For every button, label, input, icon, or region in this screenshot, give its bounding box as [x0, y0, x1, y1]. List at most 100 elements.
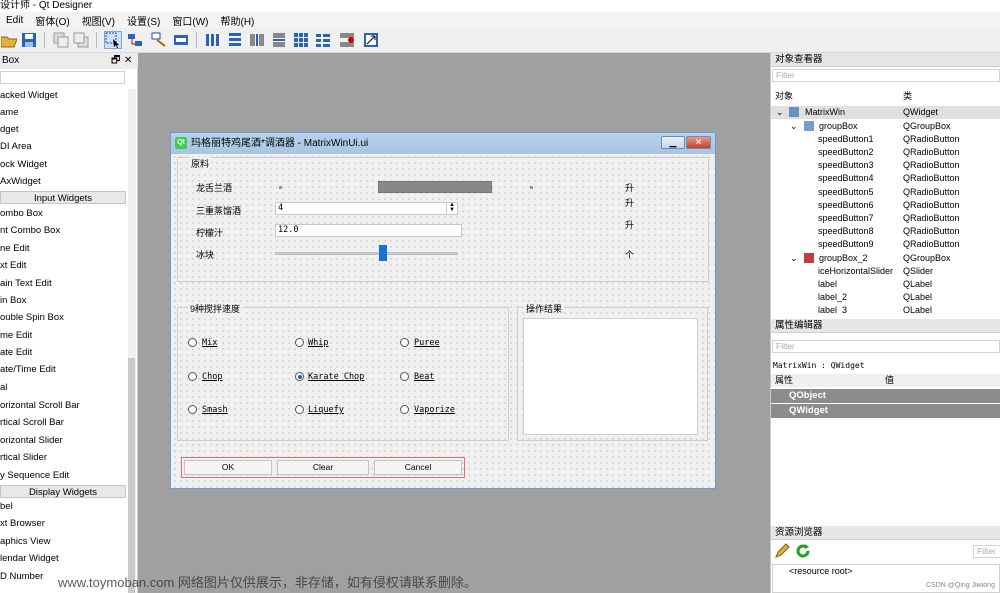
ice-slider-handle[interactable] [379, 245, 387, 261]
tree-row[interactable]: speedButton9 QRadioButton [771, 238, 1000, 251]
adjust-size-icon[interactable] [362, 31, 380, 49]
edit-tab-order-icon[interactable] [172, 31, 190, 49]
layout-vertical-icon[interactable] [226, 31, 244, 49]
speed-radio-label[interactable]: Puree [414, 338, 440, 348]
widget-item[interactable]: DI Area [0, 138, 126, 155]
speed-radio-label[interactable]: Mix [202, 338, 217, 348]
widget-item[interactable]: ock Widget [0, 156, 126, 173]
widget-item[interactable]: ate/Time Edit [0, 361, 126, 378]
widget-item[interactable]: orizontal Slider [0, 432, 126, 449]
close-icon[interactable]: ✕ [124, 53, 132, 69]
menu-view[interactable]: 视图(V) [76, 13, 121, 28]
form-window[interactable]: Qt 玛格丽特鸡尾酒*调酒器 - MatrixWinUi.ui ▁ ✕ 原料 龙… [170, 132, 716, 489]
speed-radio-1[interactable] [188, 338, 197, 347]
menu-form[interactable]: 窗体(O) [29, 13, 75, 28]
widget-item[interactable]: ombo Box [0, 205, 126, 222]
bring-to-front-icon[interactable] [72, 31, 90, 49]
widget-item[interactable]: me Edit [0, 327, 126, 344]
section-qobject[interactable]: QObject [771, 389, 1000, 403]
widget-item[interactable]: acked Widget [0, 87, 126, 104]
ice-slider-groove[interactable] [275, 252, 458, 255]
menu-settings[interactable]: 设置(S) [121, 13, 166, 28]
category-input-widgets[interactable]: Input Widgets [0, 191, 126, 204]
speed-radio-label[interactable]: Smash [202, 405, 228, 415]
speed-radio-label[interactable]: Whip [308, 338, 328, 348]
chevron-down-icon[interactable]: ⌄ [790, 252, 798, 265]
widget-item[interactable]: ate Edit [0, 344, 126, 361]
speed-radio-4[interactable] [188, 372, 197, 381]
tree-row[interactable]: speedButton2 QRadioButton [771, 146, 1000, 159]
send-to-back-icon[interactable] [52, 31, 70, 49]
widget-item[interactable]: dget [0, 121, 126, 138]
layout-vertical-splitter-icon[interactable] [270, 31, 288, 49]
form-close-button[interactable]: ✕ [686, 136, 711, 149]
layout-horizontal-icon[interactable] [204, 31, 222, 49]
widget-item[interactable]: xt Edit [0, 257, 126, 274]
widget-item[interactable]: rtical Slider [0, 449, 126, 466]
form-title-bar[interactable]: Qt 玛格丽特鸡尾酒*调酒器 - MatrixWinUi.ui ▁ ✕ [171, 133, 715, 154]
chevron-down-icon[interactable]: ⌄ [790, 120, 798, 133]
tree-row[interactable]: label_2 QLabel [771, 291, 1000, 304]
speed-radio-label[interactable]: Chop [202, 372, 222, 382]
speed-radio-label[interactable]: Beat [414, 372, 434, 382]
widget-item[interactable]: in Box [0, 292, 126, 309]
ok-button[interactable]: OK [184, 460, 272, 475]
widget-item[interactable]: ne Edit [0, 240, 126, 257]
save-icon[interactable] [20, 31, 38, 49]
speed-radio-7[interactable] [188, 405, 197, 414]
speed-radio-5[interactable] [295, 372, 304, 381]
tree-row[interactable]: speedButton7 QRadioButton [771, 212, 1000, 225]
widget-box-filter-input[interactable] [0, 71, 125, 84]
open-file-icon[interactable] [0, 31, 18, 49]
spinbox-arrows-icon[interactable]: ▲ ▼ [446, 202, 457, 214]
tree-row[interactable]: speedButton5 QRadioButton [771, 186, 1000, 199]
float-icon[interactable]: 🗗 [111, 53, 120, 69]
resource-root-item[interactable]: <resource root> [789, 566, 853, 576]
reload-icon[interactable] [795, 543, 811, 559]
widget-item[interactable]: orizontal Scroll Bar [0, 397, 126, 414]
lemon-juice-input[interactable]: 12.0 [275, 224, 462, 237]
speed-radio-label[interactable]: Liquefy [308, 405, 344, 415]
break-layout-icon[interactable] [338, 31, 356, 49]
pencil-icon[interactable] [774, 543, 790, 559]
menu-edit[interactable]: Edit [0, 15, 29, 26]
tree-row[interactable]: ⌄ MatrixWin QWidget [771, 106, 1000, 119]
speed-radio-label[interactable]: Vaporize [414, 405, 455, 415]
resource-filter-input[interactable]: Filter [973, 545, 1000, 558]
category-display-widgets[interactable]: Display Widgets [0, 485, 126, 498]
property-filter-input[interactable]: Filter [772, 340, 1000, 353]
speed-radio-label[interactable]: Karate Chop [308, 372, 364, 382]
speed-radio-2[interactable] [295, 338, 304, 347]
clear-button[interactable]: Clear [277, 460, 369, 475]
tree-row[interactable]: iceHorizontalSlider QSlider [771, 265, 1000, 278]
tree-row[interactable]: speedButton3 QRadioButton [771, 159, 1000, 172]
tree-row[interactable]: label_3 QLabel [771, 304, 1000, 313]
result-text-area[interactable] [523, 318, 698, 435]
menu-help[interactable]: 帮助(H) [214, 13, 260, 28]
section-qwidget[interactable]: QWidget [771, 404, 1000, 418]
tree-row[interactable]: speedButton1 QRadioButton [771, 133, 1000, 146]
triple-sec-spinbox[interactable]: 4 [275, 202, 458, 215]
object-filter-input[interactable]: Filter [772, 69, 1000, 82]
tree-row[interactable]: speedButton8 QRadioButton [771, 225, 1000, 238]
edit-widgets-icon[interactable] [104, 31, 122, 49]
speed-radio-8[interactable] [295, 405, 304, 414]
widget-item[interactable]: aphics View [0, 533, 126, 550]
widget-item[interactable]: lendar Widget [0, 550, 126, 567]
tree-row[interactable]: ⌄ groupBox QGroupBox [771, 120, 1000, 133]
chevron-down-icon[interactable]: ⌄ [776, 106, 784, 119]
widget-item[interactable]: y Sequence Edit [0, 467, 126, 484]
widget-item[interactable]: al [0, 379, 126, 396]
widget-item[interactable]: rtical Scroll Bar [0, 414, 126, 431]
widget-box-scroll-thumb[interactable] [128, 358, 135, 593]
tree-row[interactable]: ⌄ groupBox_2 QGroupBox [771, 252, 1000, 265]
layout-grid-icon[interactable] [292, 31, 310, 49]
edit-buddies-icon[interactable] [150, 31, 168, 49]
tree-row[interactable]: speedButton6 QRadioButton [771, 199, 1000, 212]
layout-form-icon[interactable] [314, 31, 332, 49]
speed-radio-9[interactable] [400, 405, 409, 414]
widget-item[interactable]: bel [0, 498, 126, 515]
speed-radio-3[interactable] [400, 338, 409, 347]
tequila-scrollbar[interactable] [378, 181, 492, 193]
tree-row[interactable]: speedButton4 QRadioButton [771, 172, 1000, 185]
